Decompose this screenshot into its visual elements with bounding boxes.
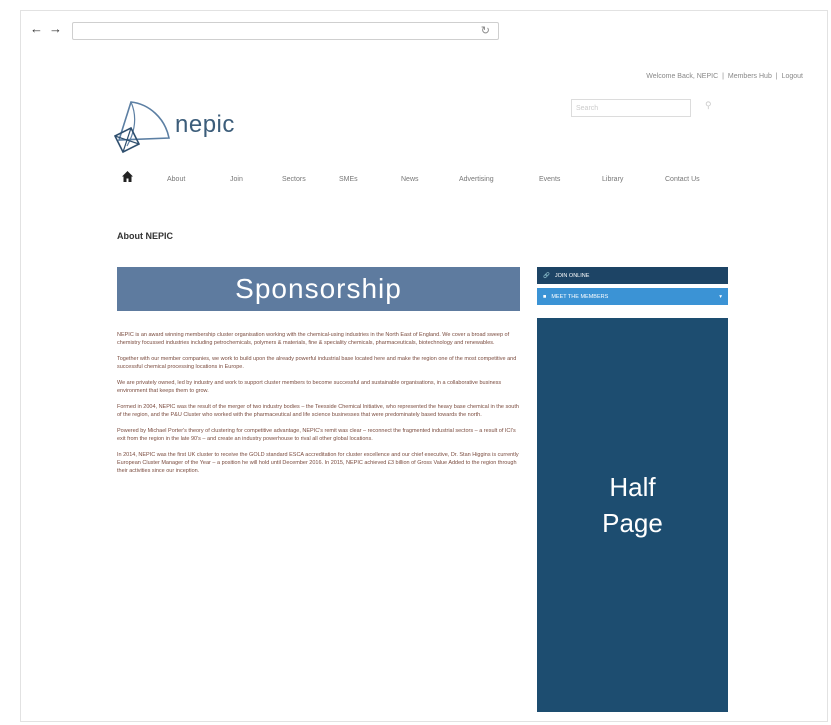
- page-viewport: Welcome Back, NEPIC | Members Hub | Logo…: [22, 51, 826, 720]
- about-paragraph: Together with our member companies, we w…: [117, 356, 517, 370]
- nav-item-events[interactable]: Events: [539, 176, 560, 183]
- page-title: About NEPIC: [117, 231, 173, 241]
- link-separator: |: [775, 73, 778, 80]
- meet-the-members-label: MEET THE MEMBERS: [551, 293, 609, 300]
- back-arrow-icon[interactable]: ←: [30, 21, 43, 36]
- account-links: Welcome Back, NEPIC | Members Hub | Logo…: [645, 73, 804, 80]
- about-paragraph: Formed in 2004, NEPIC was the result of …: [117, 404, 519, 418]
- search-icon[interactable]: ⚲: [705, 100, 712, 111]
- people-icon: ■: [543, 293, 547, 300]
- site-logo[interactable]: nepic: [109, 98, 269, 158]
- link-separator: |: [722, 73, 724, 80]
- members-hub-link[interactable]: Members Hub: [728, 73, 772, 80]
- join-online-button[interactable]: 🔗 JOIN ONLINE: [537, 267, 728, 284]
- nav-item-sectors[interactable]: Sectors: [282, 176, 306, 183]
- forward-arrow-icon[interactable]: →: [49, 21, 62, 36]
- url-bar[interactable]: ↻: [72, 22, 499, 40]
- link-icon: 🔗: [543, 272, 550, 279]
- welcome-link[interactable]: Welcome Back, NEPIC: [646, 73, 718, 80]
- sail-logo-icon: [113, 101, 170, 154]
- nav-item-library[interactable]: Library: [602, 176, 623, 183]
- search-input[interactable]: Search: [571, 99, 691, 117]
- nav-item-news[interactable]: News: [401, 176, 419, 183]
- nav-item-smes[interactable]: SMEs: [339, 176, 358, 183]
- advert-line: Half: [609, 472, 656, 502]
- meet-the-members-dropdown[interactable]: ■ MEET THE MEMBERS ▾: [537, 288, 728, 305]
- browser-window: ← → ↻ Welcome Back, NEPIC | Members Hub |…: [20, 10, 828, 722]
- browser-toolbar: ← → ↻: [21, 11, 827, 51]
- home-icon[interactable]: [122, 171, 133, 182]
- logout-link[interactable]: Logout: [782, 73, 803, 80]
- about-paragraph: We are privately owned, led by industry …: [117, 380, 502, 394]
- nav-item-contact-us[interactable]: Contact Us: [665, 176, 700, 183]
- about-paragraph: In 2014, NEPIC was the first UK cluster …: [117, 452, 519, 474]
- about-body: NEPIC is an award winning membership clu…: [117, 331, 521, 483]
- join-online-label: JOIN ONLINE: [554, 272, 590, 279]
- chevron-down-icon: ▾: [719, 293, 722, 300]
- nav-item-join[interactable]: Join: [230, 176, 243, 183]
- sidebar: 🔗 JOIN ONLINE ■ MEET THE MEMBERS ▾ Half …: [537, 267, 728, 725]
- meet-label-group: ■ MEET THE MEMBERS: [543, 294, 608, 300]
- reload-icon[interactable]: ↻: [481, 24, 490, 37]
- about-paragraph: NEPIC is an award winning membership clu…: [117, 332, 510, 346]
- nav-item-about[interactable]: About: [167, 176, 185, 183]
- about-paragraph: Powered by Michael Porter's theory of cl…: [117, 428, 516, 442]
- logo-wordmark: nepic: [175, 111, 235, 138]
- advert-line: Page: [602, 508, 663, 538]
- history-nav: ← →: [30, 21, 68, 36]
- half-page-advert[interactable]: Half Page: [537, 318, 728, 712]
- nav-item-advertising[interactable]: Advertising: [459, 176, 494, 183]
- sponsorship-banner: Sponsorship: [117, 267, 520, 311]
- main-navigation: About Join Sectors SMEs News Advertising…: [122, 171, 722, 191]
